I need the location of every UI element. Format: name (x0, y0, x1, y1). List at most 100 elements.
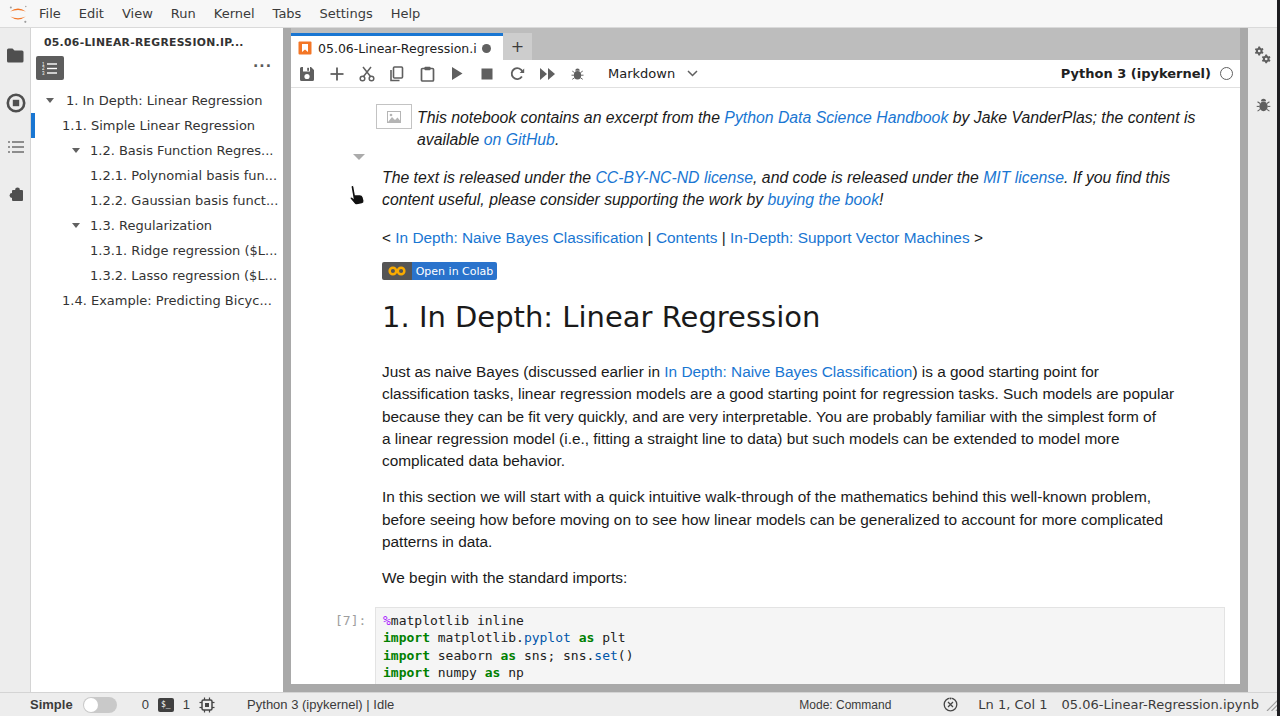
collapse-arrow-icon[interactable] (46, 98, 54, 103)
toc-item-7[interactable]: 1.3.1. Ridge regression ($L... (31, 238, 283, 263)
text-line: We begin with the standard imports: (382, 567, 1174, 589)
toc-numbered-list-button[interactable]: 123 (36, 56, 64, 80)
interrupt-kernel-button[interactable] (472, 61, 502, 87)
notebook-scrollbar[interactable] (1240, 28, 1248, 692)
collapse-arrow-icon[interactable] (72, 148, 80, 153)
markdown-link[interactable]: In Depth: Naive Bayes Classification (395, 229, 643, 246)
chevron-down-icon (687, 70, 698, 77)
debugger-sidebar-icon[interactable] (1248, 96, 1278, 113)
markdown-link[interactable]: Python Data Science Handbook (724, 109, 948, 126)
tab-title: 05.06-Linear-Regression.i (318, 41, 477, 56)
kernel-chip-icon[interactable] (199, 697, 215, 713)
insert-cell-button[interactable] (322, 61, 352, 87)
svg-text:3: 3 (42, 70, 45, 74)
markdown-link[interactable]: MIT license (983, 169, 1064, 186)
files-icon[interactable] (0, 48, 31, 64)
mode-indicator[interactable]: Mode: Command (799, 698, 891, 712)
toc-item-5[interactable]: 1.2.2. Gaussian basis funct... (31, 188, 283, 213)
cursor-position[interactable]: Ln 1, Col 1 (978, 697, 1047, 712)
extensions-icon[interactable] (0, 184, 31, 202)
restart-kernel-button[interactable] (502, 61, 532, 87)
code-line: import numpy as np (383, 664, 1224, 681)
running-sessions-icon[interactable] (0, 93, 31, 113)
menu-view[interactable]: View (113, 0, 162, 27)
text-line: classification tasks, linear regression … (382, 383, 1174, 405)
notification-bell-icon[interactable] (943, 697, 958, 712)
section-heading: 1. In Depth: Linear Regression (382, 300, 1174, 334)
toc-tree: 1. In Depth: Linear Regression 1.1. Simpl… (31, 88, 283, 313)
code-line: import matplotlib.pyplot as plt (383, 629, 1224, 646)
cut-cells-button[interactable] (352, 61, 382, 87)
markdown-link[interactable]: buying the book (768, 191, 880, 208)
tab-dirty-indicator[interactable] (482, 44, 491, 53)
markdown-cell-main[interactable]: 1. In Depth: Linear Regression Just as n… (382, 300, 1174, 590)
cell-execution-prompt: [7]: (335, 612, 366, 629)
paste-cells-button[interactable] (412, 61, 442, 87)
toc-item-label: 1.3.1. Ridge regression ($L... (90, 243, 277, 258)
toc-more-button[interactable]: ... (253, 54, 272, 70)
toc-toolbar: 123 ... (31, 54, 283, 84)
simple-mode-toggle[interactable] (83, 697, 117, 713)
menu-items: FileEditViewRunKernelTabsSettingsHelp (30, 0, 429, 27)
markdown-link[interactable]: CC-BY-NC-ND license (595, 169, 753, 186)
colab-badge-label: Open in Colab (412, 262, 497, 280)
main-bottom-strip (283, 684, 1248, 692)
kernel-status-text[interactable]: Python 3 (ipykernel) | Idle (247, 697, 394, 712)
markdown-cell-navigation[interactable]: < In Depth: Naive Bayes Classification |… (382, 227, 983, 280)
toc-item-1[interactable]: 1. In Depth: Linear Regression (31, 88, 283, 113)
code-cell[interactable]: %matplotlib inlineimport matplotlib.pypl… (375, 607, 1225, 684)
left-activity-bar (0, 28, 31, 692)
toc-item-label: 1.3.2. Lasso regression ($L... (90, 268, 277, 283)
code-editor[interactable]: %matplotlib inlineimport matplotlib.pypl… (383, 612, 1224, 682)
toc-item-label: 1.2.1. Polynomial basis fun... (90, 168, 277, 183)
debugger-icon[interactable] (562, 61, 592, 87)
save-button[interactable] (292, 61, 322, 87)
markdown-cell-book-info[interactable]: This notebook contains an excerpt from t… (382, 107, 1195, 211)
cell-collapser-chevron-icon[interactable] (353, 154, 365, 160)
collapse-arrow-icon[interactable] (72, 223, 80, 228)
toc-sidebar-icon[interactable] (0, 140, 31, 154)
panel-splitter[interactable] (283, 28, 291, 692)
menu-run[interactable]: Run (162, 0, 205, 27)
markdown-link[interactable]: In Depth: Naive Bayes Classification (664, 363, 912, 380)
toc-item-9[interactable]: 1.4. Example: Predicting Bicyc... (31, 288, 283, 313)
book-info-paragraph-2: The text is released under the CC-BY-NC-… (382, 167, 1195, 212)
text-line: The text is released under the CC-BY-NC-… (382, 167, 1195, 189)
markdown-link[interactable]: In-Depth: Support Vector Machines (730, 229, 970, 246)
terminal-icon[interactable]: $_ (158, 698, 174, 712)
menu-help[interactable]: Help (382, 0, 430, 27)
toc-item-3[interactable]: 1.2. Basis Function Regres... (31, 138, 283, 163)
restart-run-all-button[interactable] (532, 61, 562, 87)
main-paragraph-1: Just as naive Bayes (discussed earlier i… (382, 361, 1174, 472)
toc-item-6[interactable]: 1.3. Regularization (31, 213, 283, 238)
markdown-link[interactable]: on GitHub (484, 131, 555, 148)
run-cell-button[interactable] (442, 61, 472, 87)
open-in-colab-badge[interactable]: Open in Colab (382, 262, 497, 280)
notebook-tab[interactable]: 05.06-Linear-Regression.i (291, 33, 503, 60)
text-line: content useful, please consider supporti… (382, 189, 1195, 211)
kernel-status-icon[interactable] (1220, 67, 1233, 80)
mouse-hand-cursor (345, 183, 367, 209)
toc-item-8[interactable]: 1.3.2. Lasso regression ($L... (31, 263, 283, 288)
simple-mode-label: Simple (30, 697, 73, 712)
markdown-link[interactable]: Contents (656, 229, 718, 246)
toc-item-2[interactable]: 1.1. Simple Linear Regression (31, 113, 283, 138)
toc-item-4[interactable]: 1.2.1. Polynomial basis fun... (31, 163, 283, 188)
menu-file[interactable]: File (30, 0, 70, 27)
cell-type-dropdown[interactable]: Markdown (608, 66, 698, 81)
property-inspector-icon[interactable] (1248, 45, 1278, 67)
menu-edit[interactable]: Edit (70, 0, 113, 27)
menu-kernel[interactable]: Kernel (205, 0, 264, 27)
new-tab-button[interactable]: + (503, 33, 532, 60)
kernel-name[interactable]: Python 3 (ipykernel) (1061, 66, 1211, 81)
copy-cells-button[interactable] (382, 61, 412, 87)
text-line: before seeing how before moving on to se… (382, 509, 1174, 531)
text-line: complicated data behavior. (382, 450, 1174, 472)
toc-panel: 05.06-LINEAR-REGRESSION.IP... 123 ... 1.… (31, 28, 283, 692)
terminals-count: 0 (142, 697, 149, 712)
toc-panel-title: 05.06-LINEAR-REGRESSION.IP... (31, 28, 283, 49)
menu-settings[interactable]: Settings (310, 0, 381, 27)
toc-item-label: 1. In Depth: Linear Regression (66, 93, 263, 108)
navigation-links: < In Depth: Naive Bayes Classification |… (382, 227, 983, 249)
menu-tabs[interactable]: Tabs (264, 0, 311, 27)
